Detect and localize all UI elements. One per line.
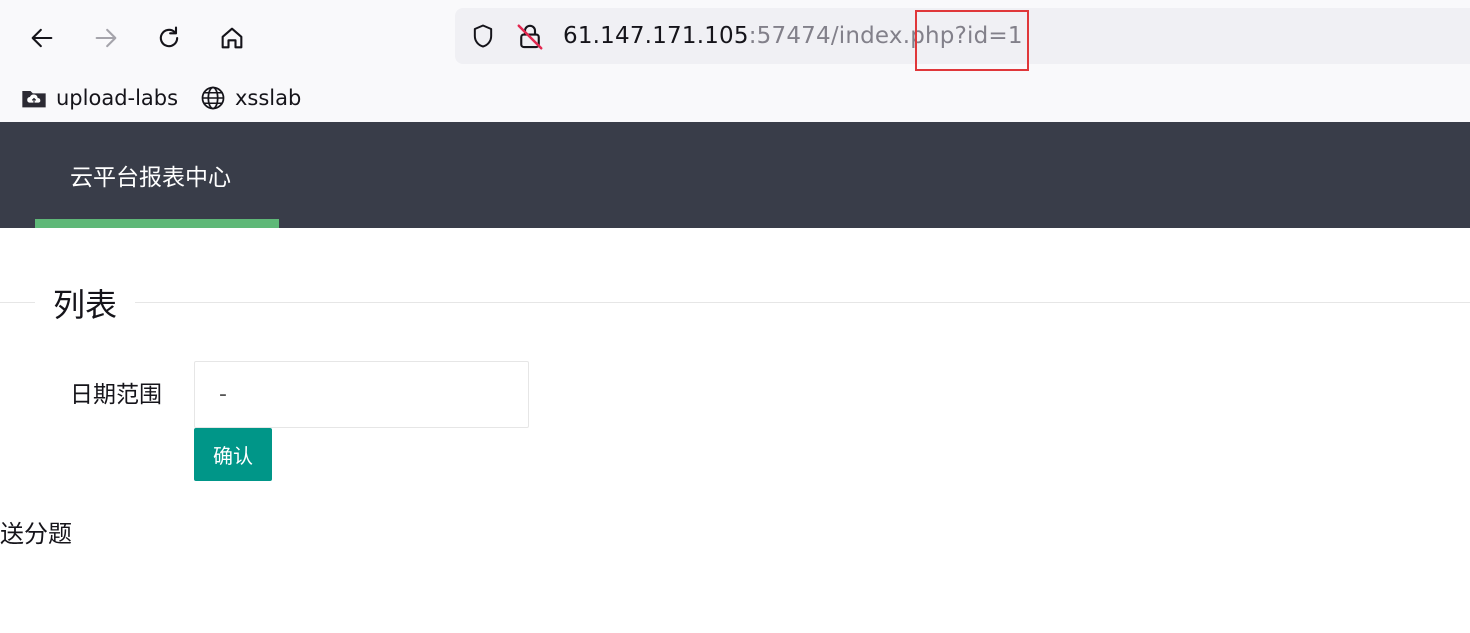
back-button[interactable] xyxy=(22,18,62,58)
section-legend: 列表 xyxy=(35,283,136,327)
date-range-label: 日期范围 xyxy=(70,382,162,408)
url-host: 61.147.171.105 xyxy=(563,23,749,49)
bookmark-label: upload-labs xyxy=(56,86,179,110)
bookmark-xsslab[interactable]: xsslab xyxy=(199,82,301,114)
nav-item-report-center[interactable]: 云平台报表中心 xyxy=(70,158,231,192)
home-icon xyxy=(221,27,243,49)
insecure-lock-icon[interactable] xyxy=(515,22,545,52)
forward-button[interactable] xyxy=(86,18,126,58)
reload-icon xyxy=(159,26,179,48)
shield-icon[interactable] xyxy=(469,22,497,50)
bookmark-upload-labs[interactable]: upload-labs xyxy=(20,82,178,114)
confirm-button[interactable]: 确认 xyxy=(194,428,272,481)
home-button[interactable] xyxy=(212,18,252,58)
globe-icon xyxy=(201,86,225,110)
bookmarks-bar: upload-labs xsslab xyxy=(0,78,1470,118)
hint-text: 送分题 xyxy=(0,520,72,548)
reload-button[interactable] xyxy=(149,18,189,58)
nav-active-indicator xyxy=(35,219,279,228)
cloud-folder-icon xyxy=(22,91,46,108)
arrow-right-icon xyxy=(95,28,117,48)
bookmark-label: xsslab xyxy=(235,86,302,110)
browser-toolbar: 61.147.171.105:57474/index.php?id=1 uplo… xyxy=(0,0,1470,122)
fieldset-divider xyxy=(0,302,1470,303)
annotation-highlight-box xyxy=(915,10,1029,71)
app-header: 云平台报表中心 xyxy=(0,122,1470,228)
date-range-input[interactable] xyxy=(194,361,529,428)
arrow-left-icon xyxy=(31,28,53,48)
